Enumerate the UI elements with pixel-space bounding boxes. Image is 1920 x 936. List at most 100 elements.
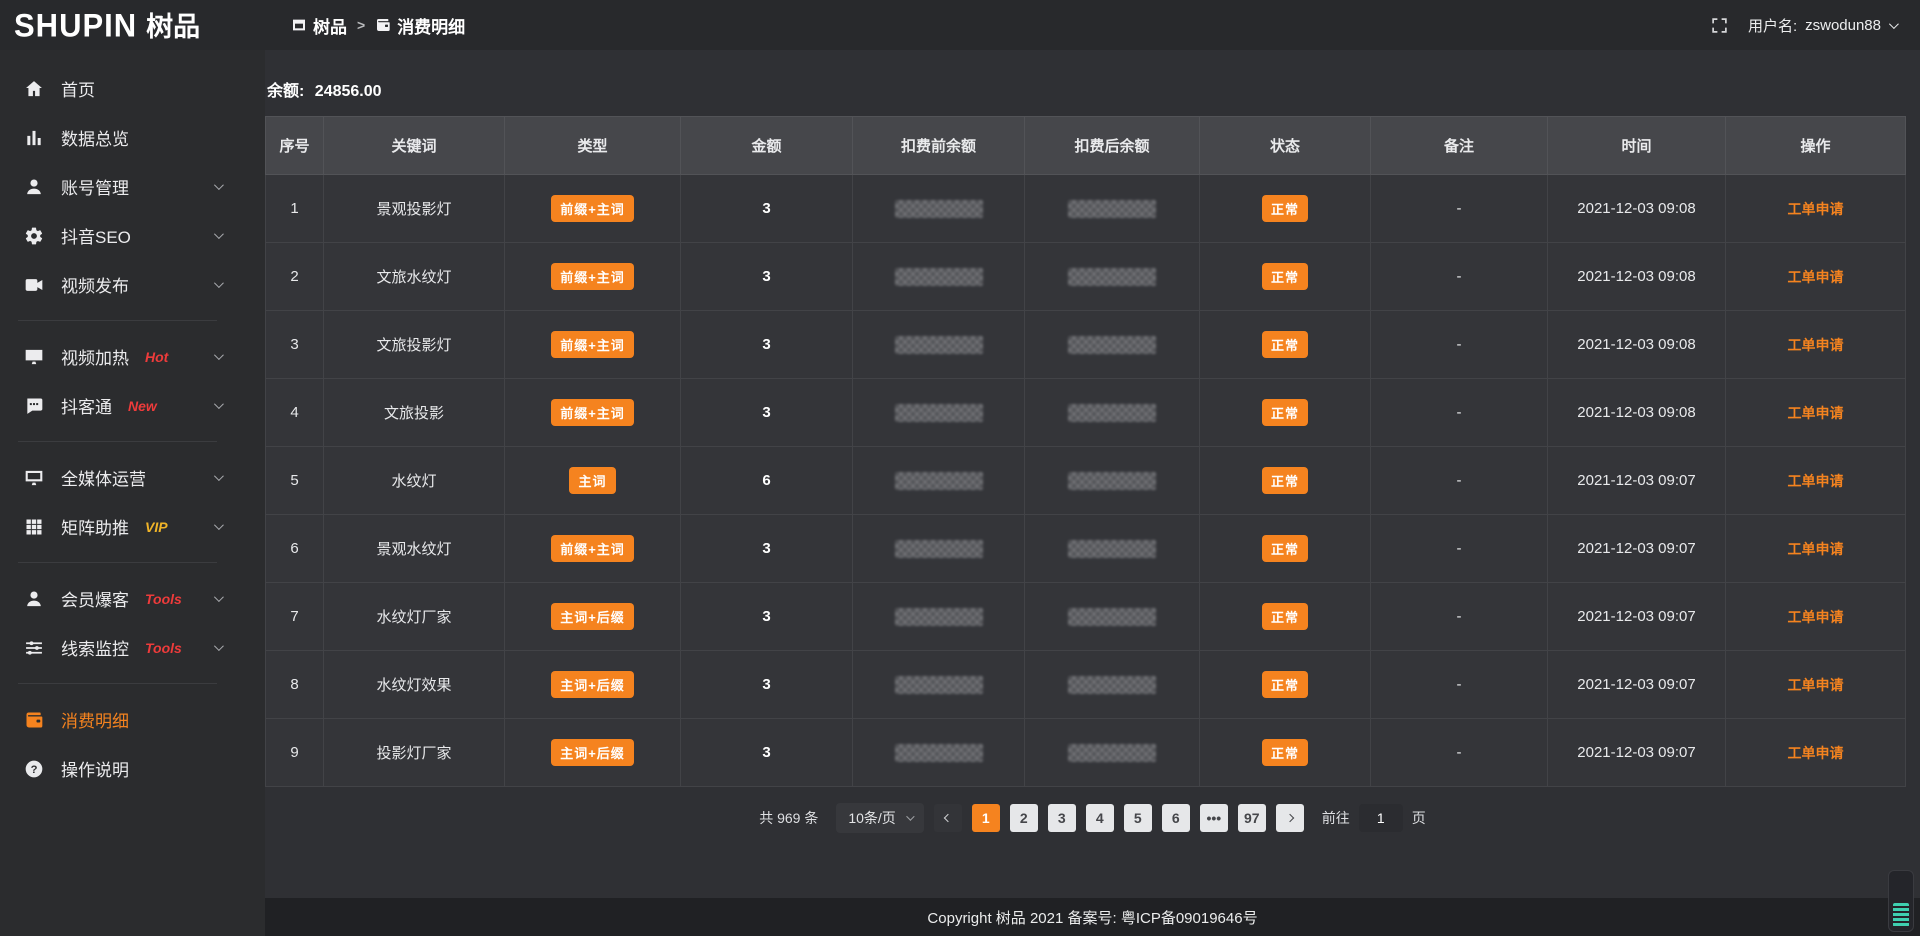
work-order-link[interactable]: 工单申请 [1788,677,1844,693]
app-logo: SHUPIN 树品 [0,10,265,41]
chevron-down-icon [1889,19,1899,29]
fullscreen-icon[interactable] [1711,17,1728,34]
work-order-link[interactable]: 工单申请 [1788,405,1844,421]
sidebar-item-member-baoke[interactable]: 会员爆客Tools [0,574,265,623]
sidebar-item-label: 全媒体运营 [61,465,146,490]
work-order-link[interactable]: 工单申请 [1788,337,1844,353]
page-button-5[interactable]: 5 [1124,804,1152,832]
masked-value [1068,744,1156,762]
sidebar-item-consumption-detail[interactable]: 消费明细 [0,695,265,744]
page-button-4[interactable]: 4 [1086,804,1114,832]
sidebar-item-douyin-seo[interactable]: 抖音SEO [0,211,265,260]
chevron-down-icon [214,641,224,651]
cell-action: 工单申请 [1726,311,1906,379]
column-header: 操作 [1726,117,1906,175]
cell-balance-after [1025,447,1200,515]
page-button-3[interactable]: 3 [1048,804,1076,832]
next-page-button[interactable] [1276,804,1304,832]
cell-note: - [1371,583,1548,651]
cell-index: 6 [266,515,324,583]
work-order-link[interactable]: 工单申请 [1788,269,1844,285]
sidebar-item-video-heat[interactable]: 视频加热Hot [0,332,265,381]
balance-value: 24856.00 [315,83,382,100]
cell-time: 2021-12-03 09:07 [1548,651,1726,719]
sidebar-item-account-manage[interactable]: 账号管理 [0,162,265,211]
table-row: 9投影灯厂家主词+后缀3正常-2021-12-03 09:07工单申请 [266,719,1906,787]
status-badge: 正常 [1262,535,1308,562]
work-order-link[interactable]: 工单申请 [1788,745,1844,761]
sidebar-item-matrix-boost[interactable]: 矩阵助推VIP [0,502,265,551]
column-header: 备注 [1371,117,1548,175]
cell-type: 前缀+主词 [505,379,681,447]
chevron-down-icon [214,399,224,409]
chevron-down-icon [214,520,224,530]
work-order-link[interactable]: 工单申请 [1788,201,1844,217]
page-button-1[interactable]: 1 [972,804,1000,832]
more-pages-button[interactable]: ••• [1200,804,1228,832]
cell-balance-before [853,243,1025,311]
page-button-2[interactable]: 2 [1010,804,1038,832]
work-order-link[interactable]: 工单申请 [1788,541,1844,557]
masked-value [1068,540,1156,558]
cell-action: 工单申请 [1726,651,1906,719]
sidebar-item-instructions[interactable]: ?操作说明 [0,744,265,793]
chevron-down-icon [214,592,224,602]
type-badge: 前缀+主词 [551,263,634,290]
sidebar-item-data-overview[interactable]: 数据总览 [0,113,265,162]
cell-type: 前缀+主词 [505,175,681,243]
cell-status: 正常 [1200,583,1371,651]
status-badge: 正常 [1262,671,1308,698]
prev-page-button[interactable] [934,804,962,832]
floating-widget[interactable] [1888,870,1914,932]
sidebar-item-douketong[interactable]: 抖客通New [0,381,265,430]
work-order-link[interactable]: 工单申请 [1788,609,1844,625]
cell-type: 主词+后缀 [505,651,681,719]
main-content: 余额: 24856.00 序号关键词类型金额扣费前余额扣费后余额状态备注时间操作… [265,50,1920,936]
cell-balance-before [853,447,1025,515]
cell-action: 工单申请 [1726,515,1906,583]
cell-amount: 3 [681,719,853,787]
user-dropdown[interactable]: 用户名: zswodun88 [1748,15,1896,36]
status-badge: 正常 [1262,467,1308,494]
masked-value [1068,200,1156,218]
table-row: 2文旅水纹灯前缀+主词3正常-2021-12-03 09:08工单申请 [266,243,1906,311]
masked-value [895,744,983,762]
cell-status: 正常 [1200,175,1371,243]
sidebar-item-label: 视频加热 [61,344,129,369]
cell-time: 2021-12-03 09:07 [1548,583,1726,651]
sidebar-item-media-operation[interactable]: 全媒体运营 [0,453,265,502]
username-label: 用户名: [1748,15,1797,36]
svg-text:?: ? [31,763,38,775]
cell-balance-after [1025,515,1200,583]
sidebar-item-home[interactable]: 首页 [0,64,265,113]
sidebar-menu: 首页数据总览账号管理抖音SEO 视频发布视频加热Hot抖客通New 全媒体运营矩阵助… [0,64,265,793]
masked-value [895,676,983,694]
breadcrumb-current[interactable]: 消费明细 [375,13,465,38]
app-window-icon [291,17,307,33]
balance-bar: 余额: 24856.00 [265,50,1920,116]
goto-page-input[interactable] [1359,804,1403,832]
chevron-right-icon [1286,814,1294,822]
breadcrumb-home[interactable]: 树品 [291,13,347,38]
masked-value [895,268,983,286]
sidebar-item-clue-monitor[interactable]: 线索监控Tools [0,623,265,672]
sidebar-item-video-publish[interactable]: 视频发布 [0,260,265,309]
type-badge: 主词+后缀 [551,603,634,630]
work-order-link[interactable]: 工单申请 [1788,473,1844,489]
footer: Copyright 树品 2021 备案号: 粤ICP备09019646号 [265,898,1920,936]
logo-cjk-text: 树品 [146,14,200,41]
monitor-icon [24,347,44,367]
page-size-select[interactable]: 10条/页 [836,803,923,833]
page-button-6[interactable]: 6 [1162,804,1190,832]
masked-value [895,608,983,626]
masked-value [895,540,983,558]
table-row: 8水纹灯效果主词+后缀3正常-2021-12-03 09:07工单申请 [266,651,1906,719]
cell-keyword: 文旅水纹灯 [324,243,505,311]
page-button-97[interactable]: 97 [1238,804,1266,832]
sidebar-item-label: 视频发布 [61,272,129,297]
cell-status: 正常 [1200,719,1371,787]
cell-status: 正常 [1200,379,1371,447]
video-camera-icon [24,275,44,295]
cell-note: - [1371,719,1548,787]
chevron-down-icon [214,229,224,239]
